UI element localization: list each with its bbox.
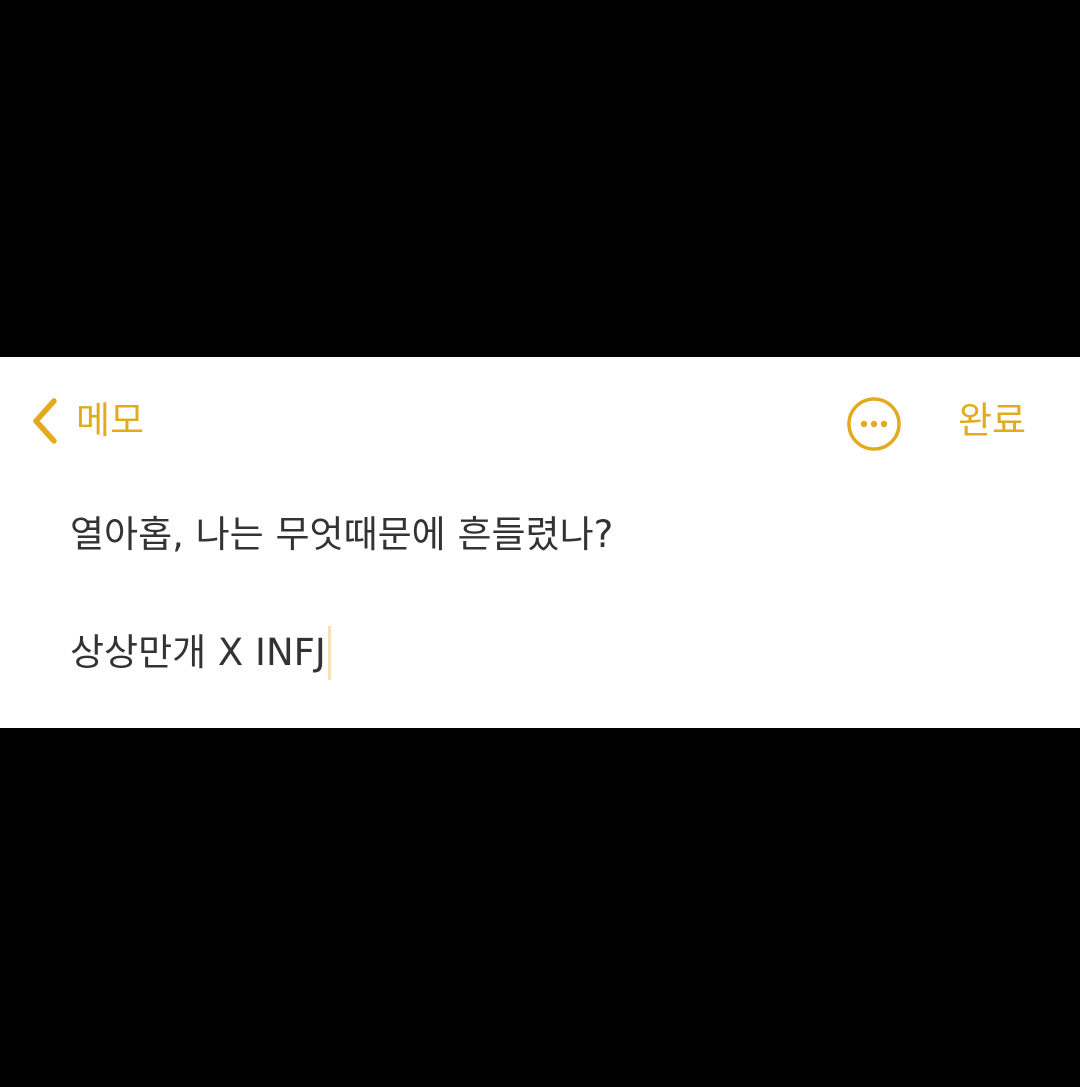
notes-editor-screen: 메모 완료 열아홉, 나는 무엇때문에 흔들렸나? 상상만개 X INFJ	[0, 357, 1080, 728]
navigation-bar: 메모 완료	[0, 357, 1080, 487]
note-line-subtitle: 상상만개 X INFJ	[70, 631, 326, 674]
ellipsis-circle-icon	[847, 397, 901, 451]
back-button-label: 메모	[76, 399, 145, 442]
text-cursor	[327, 626, 331, 680]
chevron-left-icon	[33, 398, 57, 444]
note-line-title: 열아홉, 나는 무엇때문에 흔들렸나?	[70, 513, 614, 556]
more-options-button[interactable]	[846, 396, 902, 452]
done-button[interactable]: 완료	[958, 391, 1026, 451]
note-line-2-wrapper: 상상만개 X INFJ	[70, 623, 331, 683]
note-text-area[interactable]: 열아홉, 나는 무엇때문에 흔들렸나? 상상만개 X INFJ	[70, 505, 1030, 705]
back-button[interactable]: 메모	[28, 391, 144, 451]
